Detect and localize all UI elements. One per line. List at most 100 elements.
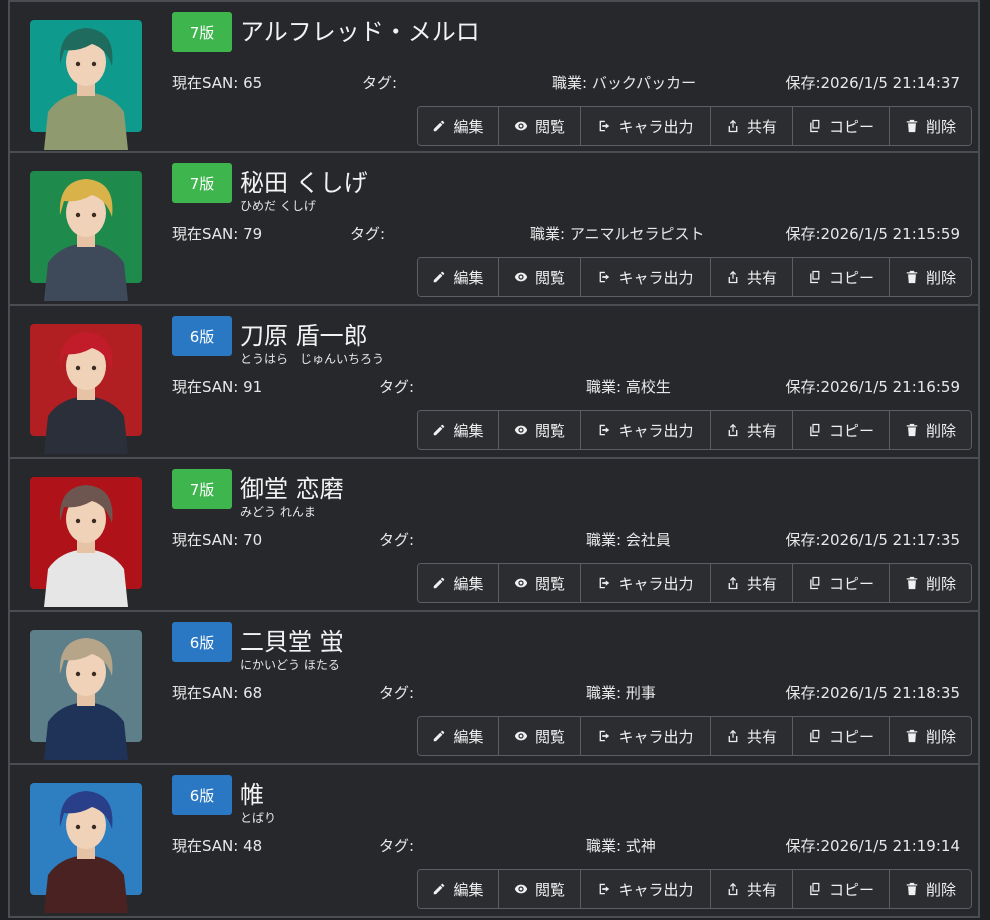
delete-button[interactable]: 削除 — [890, 107, 971, 145]
copy-button[interactable]: コピー — [793, 870, 890, 908]
export-icon — [600, 883, 610, 895]
character-card[interactable]: 7版 秘田 くしげ ひめだ くしげ 現在SAN: 79 タグ: 職業: アニマル… — [10, 153, 978, 306]
action-button-group: 編集 閲覧 キャラ出力 共有 コピー 削除 — [417, 257, 972, 297]
copy-button[interactable]: コピー — [793, 258, 890, 296]
character-kana: ひめだ くしげ — [240, 199, 316, 213]
san-value: 現在SAN: 68 — [172, 684, 263, 702]
copy-icon — [810, 270, 820, 284]
export-button[interactable]: キャラ出力 — [581, 717, 711, 755]
job-label: 職業: 会社員 — [586, 531, 671, 549]
share-icon — [728, 882, 738, 896]
share-button[interactable]: 共有 — [711, 258, 793, 296]
character-name[interactable]: 御堂 恋磨 — [240, 469, 344, 504]
export-button[interactable]: キャラ出力 — [581, 258, 711, 296]
character-name[interactable]: 帷 — [240, 775, 264, 810]
trash-icon — [906, 270, 918, 284]
edit-button[interactable]: 編集 — [418, 717, 499, 755]
copy-label: コピー — [828, 117, 874, 136]
copy-label: コピー — [828, 574, 874, 593]
character-portrait[interactable] — [30, 477, 142, 607]
eye-icon — [514, 884, 528, 894]
export-button[interactable]: キャラ出力 — [581, 564, 711, 602]
edit-label: 編集 — [453, 117, 484, 136]
view-label: 閲覧 — [534, 727, 565, 746]
character-portrait[interactable] — [30, 171, 142, 301]
view-button[interactable]: 閲覧 — [499, 258, 581, 296]
saved-timestamp: 保存:2026/1/5 21:18:35 — [785, 684, 960, 702]
copy-button[interactable]: コピー — [793, 564, 890, 602]
character-portrait[interactable] — [30, 783, 142, 913]
character-card[interactable]: 7版 御堂 恋磨 みどう れんま 現在SAN: 70 タグ: 職業: 会社員 保… — [10, 459, 978, 612]
edit-button[interactable]: 編集 — [418, 411, 499, 449]
export-icon — [600, 730, 610, 742]
character-card[interactable]: 7版 アルフレッド・メルロ 現在SAN: 65 タグ: 職業: バックパッカー … — [10, 0, 978, 153]
copy-button[interactable]: コピー — [793, 411, 890, 449]
view-button[interactable]: 閲覧 — [499, 564, 581, 602]
share-button[interactable]: 共有 — [711, 717, 793, 755]
share-label: 共有 — [746, 880, 777, 899]
view-button[interactable]: 閲覧 — [499, 870, 581, 908]
character-kana: みどう れんま — [240, 505, 316, 519]
pencil-icon — [434, 883, 445, 895]
character-portrait[interactable] — [30, 324, 142, 454]
delete-button[interactable]: 削除 — [890, 717, 971, 755]
view-label: 閲覧 — [534, 574, 565, 593]
share-button[interactable]: 共有 — [711, 564, 793, 602]
share-button[interactable]: 共有 — [711, 870, 793, 908]
delete-label: 削除 — [925, 117, 956, 136]
export-icon — [600, 424, 610, 436]
trash-icon — [906, 423, 918, 437]
share-icon — [728, 729, 738, 743]
job-label: 職業: 式神 — [586, 837, 656, 855]
share-icon — [728, 270, 738, 284]
eye-icon — [514, 578, 528, 588]
copy-icon — [810, 423, 820, 437]
character-kana: とばり — [240, 811, 277, 825]
delete-button[interactable]: 削除 — [890, 258, 971, 296]
share-icon — [728, 423, 738, 437]
view-label: 閲覧 — [534, 268, 565, 287]
san-value: 現在SAN: 91 — [172, 378, 263, 396]
eye-icon — [514, 272, 528, 282]
character-portrait[interactable] — [30, 20, 142, 150]
character-portrait[interactable] — [30, 630, 142, 760]
export-button[interactable]: キャラ出力 — [581, 870, 711, 908]
share-button[interactable]: 共有 — [711, 411, 793, 449]
export-button[interactable]: キャラ出力 — [581, 107, 711, 145]
character-card[interactable]: 6版 二貝堂 蛍 にかいどう ほたる 現在SAN: 68 タグ: 職業: 刑事 … — [10, 612, 978, 765]
edition-badge: 6版 — [172, 775, 232, 815]
copy-button[interactable]: コピー — [793, 717, 890, 755]
trash-icon — [906, 882, 918, 896]
delete-button[interactable]: 削除 — [890, 411, 971, 449]
edit-button[interactable]: 編集 — [418, 107, 499, 145]
edit-button[interactable]: 編集 — [418, 564, 499, 602]
san-value: 現在SAN: 65 — [172, 74, 263, 92]
edit-label: 編集 — [453, 880, 484, 899]
action-button-group: 編集 閲覧 キャラ出力 共有 コピー 削除 — [417, 106, 972, 146]
character-name[interactable]: 刀原 盾一郎 — [240, 316, 368, 351]
edition-badge: 7版 — [172, 469, 232, 509]
view-button[interactable]: 閲覧 — [499, 411, 581, 449]
edit-button[interactable]: 編集 — [418, 258, 499, 296]
delete-label: 削除 — [925, 727, 956, 746]
edit-button[interactable]: 編集 — [418, 870, 499, 908]
copy-icon — [810, 729, 820, 743]
portrait-figure — [44, 179, 128, 301]
character-card[interactable]: 6版 刀原 盾一郎 とうはら じゅんいちろう 現在SAN: 91 タグ: 職業:… — [10, 306, 978, 459]
character-name[interactable]: 二貝堂 蛍 — [240, 622, 344, 657]
delete-label: 削除 — [925, 268, 956, 287]
character-name[interactable]: 秘田 くしげ — [240, 163, 368, 198]
character-kana: とうはら じゅんいちろう — [240, 352, 385, 366]
edition-badge: 6版 — [172, 316, 232, 356]
share-label: 共有 — [746, 574, 777, 593]
share-button[interactable]: 共有 — [711, 107, 793, 145]
action-button-group: 編集 閲覧 キャラ出力 共有 コピー 削除 — [417, 563, 972, 603]
view-button[interactable]: 閲覧 — [499, 107, 581, 145]
delete-button[interactable]: 削除 — [890, 564, 971, 602]
export-button[interactable]: キャラ出力 — [581, 411, 711, 449]
delete-button[interactable]: 削除 — [890, 870, 971, 908]
copy-button[interactable]: コピー — [793, 107, 890, 145]
view-button[interactable]: 閲覧 — [499, 717, 581, 755]
character-name[interactable]: アルフレッド・メルロ — [240, 12, 480, 47]
character-card[interactable]: 6版 帷 とばり 現在SAN: 48 タグ: 職業: 式神 保存:2026/1/… — [10, 765, 978, 918]
